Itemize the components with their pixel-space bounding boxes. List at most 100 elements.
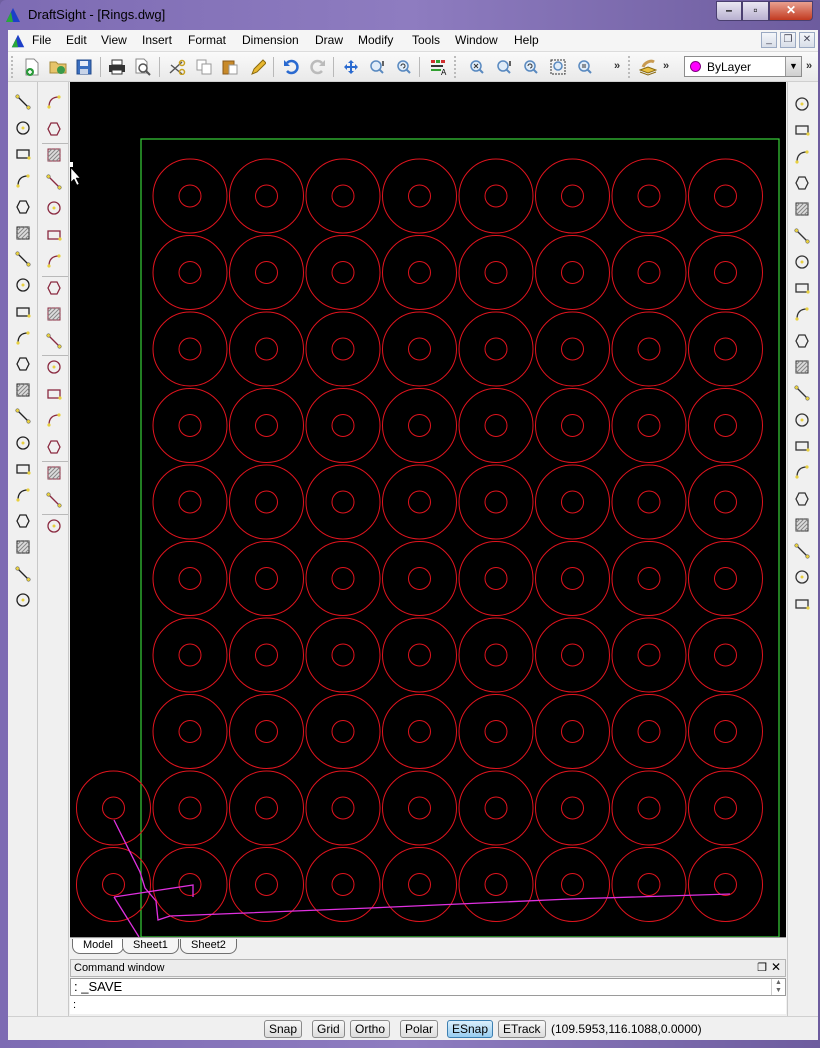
format-painter-button[interactable]: [248, 57, 268, 77]
maximize-button[interactable]: ▫: [742, 1, 769, 21]
radius-dimension-button[interactable]: [44, 278, 64, 298]
new-button[interactable]: [22, 57, 42, 77]
menu-tools[interactable]: Tools: [412, 33, 440, 47]
layer-states-button[interactable]: [638, 57, 658, 77]
erase-button[interactable]: [792, 94, 812, 114]
mdi-minimize-button[interactable]: _: [761, 32, 777, 48]
copy-button[interactable]: [792, 120, 812, 140]
angular-dimension-button[interactable]: [44, 145, 64, 165]
close-button[interactable]: ✕: [769, 1, 813, 21]
smart-dimension-button[interactable]: [44, 92, 64, 112]
zoom-in-button[interactable]: [494, 57, 514, 77]
toolbar-grip[interactable]: [628, 56, 630, 78]
scale-button[interactable]: [792, 278, 812, 298]
polygon-button[interactable]: [13, 144, 33, 164]
line-button[interactable]: [13, 92, 33, 112]
toggle-ortho[interactable]: Ortho: [350, 1020, 391, 1038]
extend-button[interactable]: [792, 410, 812, 430]
menu-file[interactable]: File: [32, 33, 51, 47]
edit-block-button[interactable]: [792, 567, 812, 587]
stretch-button[interactable]: [792, 304, 812, 324]
title-bar[interactable]: DraftSight - [Rings.dwg] – ▫ ✕: [0, 0, 820, 30]
menu-format[interactable]: Format: [188, 33, 226, 47]
rect-cloud-button[interactable]: [13, 537, 33, 557]
arc-button[interactable]: [13, 197, 33, 217]
paste-button[interactable]: [220, 57, 240, 77]
history-scrollbar[interactable]: ▲ ▼: [771, 979, 785, 995]
print-preview-button[interactable]: [133, 57, 153, 77]
minimize-button[interactable]: –: [716, 1, 742, 21]
toggle-esnap[interactable]: ESnap: [447, 1020, 494, 1038]
tab-sheet1[interactable]: Sheet1: [122, 939, 179, 954]
infinite-line-button[interactable]: [13, 118, 33, 138]
center-mark-button[interactable]: [44, 463, 64, 483]
toolbar-overflow-button[interactable]: »: [806, 60, 812, 72]
insert-block-button[interactable]: [13, 406, 33, 426]
undo-button[interactable]: [281, 57, 301, 77]
tab-sheet2[interactable]: Sheet2: [180, 939, 237, 954]
mdi-restore-button[interactable]: ❐: [780, 32, 796, 48]
join-button[interactable]: [792, 436, 812, 456]
arc-3pt-button[interactable]: [13, 223, 33, 243]
spline-button[interactable]: [13, 354, 33, 374]
tab-model[interactable]: Model: [72, 939, 124, 954]
leader-button[interactable]: [44, 357, 64, 377]
rotate-button[interactable]: [792, 252, 812, 272]
offset-button[interactable]: [792, 199, 812, 219]
rectangle-button[interactable]: [13, 171, 33, 191]
explode-bomb-button[interactable]: [792, 594, 812, 614]
command-input[interactable]: [70, 996, 786, 1014]
toggle-etrack[interactable]: ETrack: [498, 1020, 546, 1038]
hatch-edit-button[interactable]: [792, 515, 812, 535]
baseline-dimension-button[interactable]: [44, 225, 64, 245]
zoom-out-button[interactable]: [575, 57, 595, 77]
fillet-button[interactable]: [792, 331, 812, 351]
break-dimension-button[interactable]: [44, 490, 64, 510]
elliptical-arc-button[interactable]: [13, 302, 33, 322]
revision-cloud-button[interactable]: [13, 511, 33, 531]
edit-dimension-button[interactable]: [44, 516, 64, 536]
menu-view[interactable]: View: [101, 33, 127, 47]
note-button[interactable]: [13, 459, 33, 479]
ellipse-button[interactable]: [13, 275, 33, 295]
redo-button[interactable]: [308, 57, 328, 77]
arc-dimension-button[interactable]: [44, 172, 64, 192]
zoom-window-button[interactable]: [548, 57, 568, 77]
move-button[interactable]: [792, 173, 812, 193]
toolbar-grip[interactable]: [454, 56, 456, 78]
mdi-close-button[interactable]: ✕: [799, 32, 815, 48]
freehand-cloud-button[interactable]: [13, 590, 33, 610]
zoom-fit-button[interactable]: [467, 57, 487, 77]
toggle-polar[interactable]: Polar: [400, 1020, 439, 1038]
menu-edit[interactable]: Edit: [66, 33, 87, 47]
menu-help[interactable]: Help: [514, 33, 539, 47]
circle-button[interactable]: [13, 249, 33, 269]
zoom-previous-button[interactable]: [394, 57, 414, 77]
diameter-dimension-button[interactable]: [44, 304, 64, 324]
layer-manager-button[interactable]: A: [428, 57, 448, 77]
explode-button[interactable]: [792, 489, 812, 509]
simple-note-button[interactable]: [13, 485, 33, 505]
float-icon[interactable]: ❐: [757, 961, 767, 974]
split-button[interactable]: [792, 462, 812, 482]
pattern-button[interactable]: [792, 226, 812, 246]
point-button[interactable]: [13, 328, 33, 348]
menu-insert[interactable]: Insert: [142, 33, 172, 47]
cut-button[interactable]: [167, 57, 187, 77]
jogged-dimension-button[interactable]: [44, 331, 64, 351]
zoom-dynamic-button[interactable]: [367, 57, 387, 77]
document-icon[interactable]: [10, 33, 26, 49]
circle-cloud-button[interactable]: [13, 564, 33, 584]
zoom-out-previous-button[interactable]: [521, 57, 541, 77]
save-button[interactable]: [74, 57, 94, 77]
drawing-canvas[interactable]: [70, 82, 786, 937]
menu-modify[interactable]: Modify: [358, 33, 393, 47]
chevron-down-icon[interactable]: ▼: [785, 57, 801, 76]
perpendicular-button[interactable]: [44, 437, 64, 457]
menu-window[interactable]: Window: [455, 33, 498, 47]
aligned-dimension-button[interactable]: [44, 198, 64, 218]
pan-button[interactable]: [341, 57, 361, 77]
layer-color-select[interactable]: ByLayer ▼: [684, 56, 802, 77]
parallel-button[interactable]: [44, 410, 64, 430]
linear-dimension-button[interactable]: [44, 119, 64, 139]
